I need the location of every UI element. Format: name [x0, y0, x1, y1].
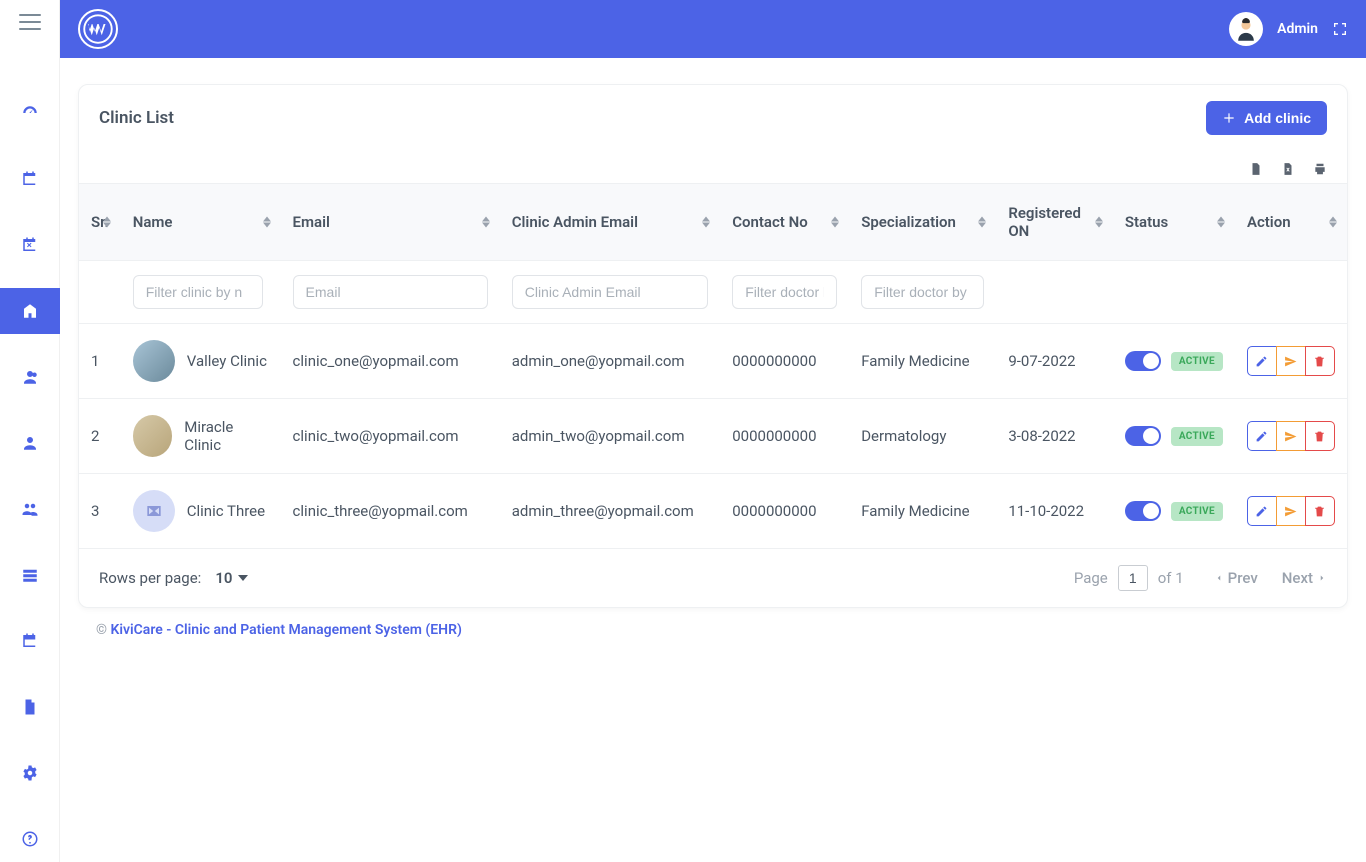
cell-registered: 3-08-2022: [996, 399, 1113, 474]
cell-email: clinic_two@yopmail.com: [281, 399, 500, 474]
fullscreen-icon[interactable]: [1332, 21, 1348, 37]
col-sr[interactable]: Sr.: [79, 184, 121, 261]
nav-calendar-x[interactable]: [0, 222, 60, 268]
footer-credit: © KiviCare - Clinic and Patient Manageme…: [78, 608, 1348, 652]
chevron-left-icon: [1214, 573, 1224, 583]
filter-name-input[interactable]: [133, 275, 263, 309]
topbar: Admin: [60, 0, 1366, 58]
filter-contact-input[interactable]: [732, 275, 837, 309]
next-button[interactable]: Next: [1282, 569, 1327, 587]
col-status[interactable]: Status: [1113, 184, 1235, 261]
table-toolbar: [79, 149, 1347, 183]
status-badge: ACTIVE: [1171, 427, 1223, 446]
col-specialization[interactable]: Specialization: [849, 184, 996, 261]
cell-sr: 2: [79, 399, 121, 474]
nav-settings[interactable]: [0, 750, 60, 796]
cell-name: Clinic Three: [187, 502, 265, 520]
nav-calendar[interactable]: [0, 156, 60, 202]
cell-registered: 11-10-2022: [996, 474, 1113, 549]
rows-per-page-select[interactable]: 10: [215, 569, 248, 587]
status-toggle[interactable]: [1125, 426, 1161, 446]
user-avatar[interactable]: [1229, 12, 1263, 46]
plus-icon: [1222, 111, 1236, 125]
table-row: 2 Miracle Clinic clinic_two@yopmail.com …: [79, 399, 1347, 474]
cell-email: clinic_one@yopmail.com: [281, 324, 500, 399]
cell-specialization: Family Medicine: [849, 324, 996, 399]
nav-clinic[interactable]: [0, 288, 60, 334]
clinic-list-card: Clinic List Add clinic Sr.: [78, 84, 1348, 608]
clinic-table: Sr. Name Email Clinic Admin Email Contac…: [79, 183, 1347, 549]
table-row: 1 Valley Clinic clinic_one@yopmail.com a…: [79, 324, 1347, 399]
logo-icon: [78, 9, 118, 49]
clinic-avatar: [133, 490, 175, 532]
cell-name: Miracle Clinic: [184, 418, 268, 454]
cell-admin-email: admin_two@yopmail.com: [500, 399, 721, 474]
clinic-avatar: [133, 415, 172, 457]
edit-button[interactable]: [1247, 496, 1277, 526]
caret-down-icon: [238, 575, 248, 581]
user-label[interactable]: Admin: [1277, 21, 1318, 37]
nav-patient[interactable]: [0, 420, 60, 466]
filter-email-input[interactable]: [293, 275, 488, 309]
cell-admin-email: admin_one@yopmail.com: [500, 324, 721, 399]
nav-server[interactable]: [0, 552, 60, 598]
col-registered[interactable]: Registered ON: [996, 184, 1113, 261]
prev-button[interactable]: Prev: [1214, 569, 1258, 587]
delete-button[interactable]: [1305, 496, 1335, 526]
chevron-right-icon: [1317, 573, 1327, 583]
delete-button[interactable]: [1305, 346, 1335, 376]
nav-appointments[interactable]: [0, 618, 60, 664]
cell-email: clinic_three@yopmail.com: [281, 474, 500, 549]
cell-admin-email: admin_three@yopmail.com: [500, 474, 721, 549]
nav-file[interactable]: [0, 684, 60, 730]
filter-specialization-input[interactable]: [861, 275, 984, 309]
status-badge: ACTIVE: [1171, 352, 1223, 371]
page-input[interactable]: [1118, 565, 1148, 591]
col-email[interactable]: Email: [281, 184, 500, 261]
status-badge: ACTIVE: [1171, 502, 1223, 521]
edit-button[interactable]: [1247, 421, 1277, 451]
menu-toggle[interactable]: [19, 14, 41, 30]
col-name[interactable]: Name: [121, 184, 281, 261]
clinic-avatar: [133, 340, 175, 382]
send-button[interactable]: [1276, 496, 1306, 526]
cell-contact: 0000000000: [720, 399, 849, 474]
sidebar: [0, 0, 60, 862]
col-contact[interactable]: Contact No: [720, 184, 849, 261]
cell-registered: 9-07-2022: [996, 324, 1113, 399]
cell-sr: 1: [79, 324, 121, 399]
export-file-icon[interactable]: [1249, 161, 1263, 177]
send-button[interactable]: [1276, 346, 1306, 376]
col-admin-email[interactable]: Clinic Admin Email: [500, 184, 721, 261]
nav: [0, 90, 59, 862]
col-action[interactable]: Action: [1235, 184, 1347, 261]
cell-sr: 3: [79, 474, 121, 549]
page-title: Clinic List: [99, 108, 174, 128]
cell-contact: 0000000000: [720, 474, 849, 549]
status-toggle[interactable]: [1125, 351, 1161, 371]
filter-admin-email-input[interactable]: [512, 275, 709, 309]
cell-specialization: Dermatology: [849, 399, 996, 474]
nav-dashboard[interactable]: [0, 90, 60, 136]
table-row: 3 Clinic Three clinic_three@yopmail.com …: [79, 474, 1347, 549]
cell-name: Valley Clinic: [187, 352, 267, 370]
delete-button[interactable]: [1305, 421, 1335, 451]
add-clinic-button[interactable]: Add clinic: [1206, 101, 1327, 135]
rows-per-page-label: Rows per page:: [99, 569, 201, 587]
edit-button[interactable]: [1247, 346, 1277, 376]
export-xls-icon[interactable]: [1281, 161, 1295, 177]
status-toggle[interactable]: [1125, 501, 1161, 521]
footer-link[interactable]: KiviCare - Clinic and Patient Management…: [110, 622, 461, 638]
nav-doctors[interactable]: [0, 354, 60, 400]
page-label: Page: [1074, 569, 1108, 587]
page-of-label: of 1: [1158, 569, 1184, 587]
add-clinic-label: Add clinic: [1244, 110, 1311, 126]
nav-users[interactable]: [0, 486, 60, 532]
nav-help[interactable]: [0, 816, 60, 862]
send-button[interactable]: [1276, 421, 1306, 451]
print-icon[interactable]: [1313, 161, 1327, 177]
cell-contact: 0000000000: [720, 324, 849, 399]
cell-specialization: Family Medicine: [849, 474, 996, 549]
